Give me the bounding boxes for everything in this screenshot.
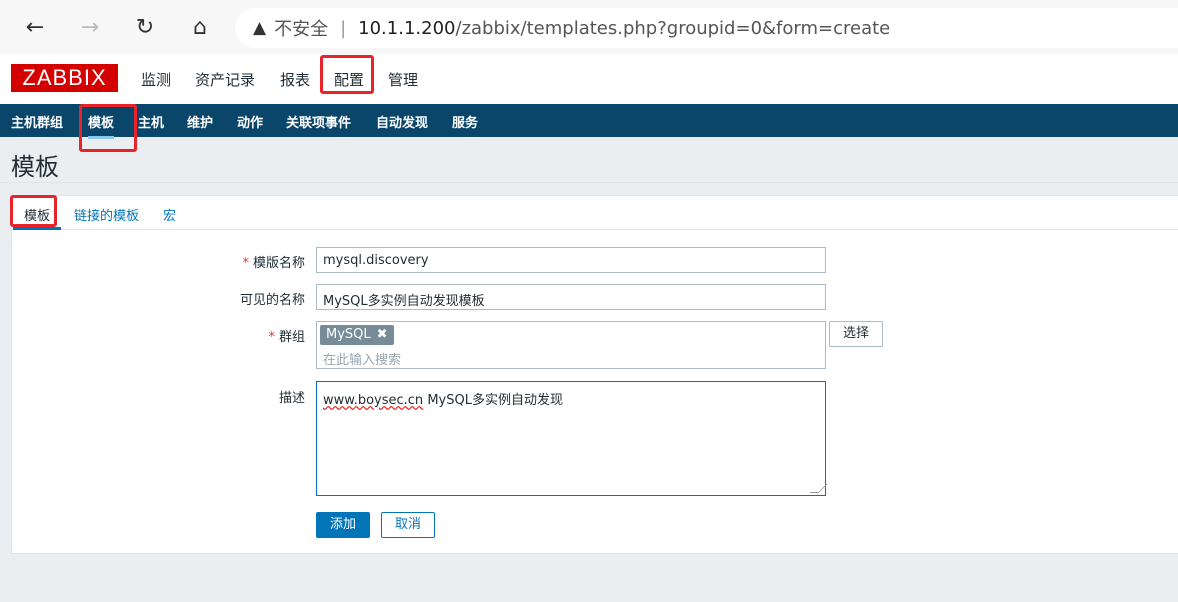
- forward-icon[interactable]: →: [75, 12, 105, 42]
- zabbix-logo[interactable]: ZABBIX: [11, 64, 118, 92]
- highlight-configuration: [320, 55, 374, 94]
- submenu-discovery[interactable]: 自动发现: [376, 112, 428, 131]
- tab-linked-templates[interactable]: 链接的模板: [74, 205, 139, 224]
- active-tab-indicator: [13, 227, 61, 230]
- menu-monitoring[interactable]: 监测: [141, 69, 171, 90]
- url-host: 10.1.1.200: [358, 17, 456, 39]
- submenu-services[interactable]: 服务: [452, 112, 478, 131]
- url-path: /zabbix/templates.php?groupid=0&form=cre…: [455, 17, 891, 39]
- title-divider: [0, 182, 1178, 183]
- template-name-input[interactable]: mysql.discovery: [316, 247, 826, 273]
- page-title: 模板: [11, 153, 59, 181]
- highlight-templates-submenu: [79, 104, 137, 152]
- home-icon[interactable]: ⌂: [185, 12, 215, 42]
- insecure-label[interactable]: 不安全: [274, 15, 328, 41]
- cancel-button[interactable]: 取消: [381, 512, 435, 538]
- submenu-maintenance[interactable]: 维护: [187, 112, 213, 131]
- template-name-label: * 模版名称: [0, 252, 305, 271]
- highlight-template-tab: [10, 195, 57, 227]
- select-groups-button[interactable]: 选择: [829, 321, 883, 347]
- back-icon[interactable]: ←: [20, 12, 50, 42]
- warning-icon[interactable]: ▲: [253, 18, 266, 38]
- description-label: 描述: [278, 391, 305, 406]
- reload-icon[interactable]: ↻: [130, 12, 160, 42]
- remove-icon[interactable]: ✖: [377, 327, 388, 342]
- groups-search-placeholder[interactable]: 在此输入搜索: [323, 349, 401, 368]
- top-header: ZABBIX 监测 资产记录 报表 配置 管理: [0, 54, 1178, 104]
- visible-name-input[interactable]: MySQL多实例自动发现模板: [316, 284, 826, 310]
- groups-multiselect[interactable]: MySQL ✖ 在此输入搜索: [316, 321, 826, 369]
- group-chip-label: MySQL: [326, 327, 371, 342]
- description-link-text: www.boysec.cn: [323, 393, 424, 408]
- groups-label-text: 群组: [278, 330, 305, 345]
- tabs-divider: [11, 229, 1178, 230]
- menu-reports[interactable]: 报表: [280, 69, 310, 90]
- submenu-hosts[interactable]: 主机: [138, 112, 164, 131]
- visible-name-label: 可见的名称: [239, 293, 305, 308]
- resize-handle[interactable]: [809, 484, 828, 493]
- submenu-host-groups[interactable]: 主机群组: [11, 112, 63, 131]
- submenu-event-correlation[interactable]: 关联项事件: [286, 112, 351, 131]
- menu-inventory[interactable]: 资产记录: [195, 69, 255, 90]
- url-text[interactable]: 10.1.1.200/zabbix/templates.php?groupid=…: [358, 18, 890, 39]
- tab-macros[interactable]: 宏: [163, 205, 176, 224]
- description-textarea[interactable]: www.boysec.cn MySQL多实例自动发现: [316, 381, 828, 496]
- browser-toolbar: ← → ↻ ⌂ ▲ 不安全 | 10.1.1.200/zabbix/templa…: [0, 0, 1178, 55]
- description-text: MySQL多实例自动发现: [423, 393, 563, 408]
- group-chip: MySQL ✖: [320, 325, 394, 345]
- url-separator: |: [340, 17, 347, 39]
- required-mark: *: [242, 256, 249, 271]
- template-name-label-text: 模版名称: [252, 256, 305, 271]
- menu-administration[interactable]: 管理: [388, 69, 418, 90]
- groups-label: * 群组: [0, 326, 305, 345]
- add-button[interactable]: 添加: [316, 512, 370, 538]
- address-bar[interactable]: ▲ 不安全 | 10.1.1.200/zabbix/templates.php?…: [235, 8, 1178, 48]
- sub-navigation: 主机群组 模板 主机 维护 动作 关联项事件 自动发现 服务: [0, 104, 1178, 139]
- submenu-actions[interactable]: 动作: [237, 112, 263, 131]
- required-mark: *: [268, 330, 275, 345]
